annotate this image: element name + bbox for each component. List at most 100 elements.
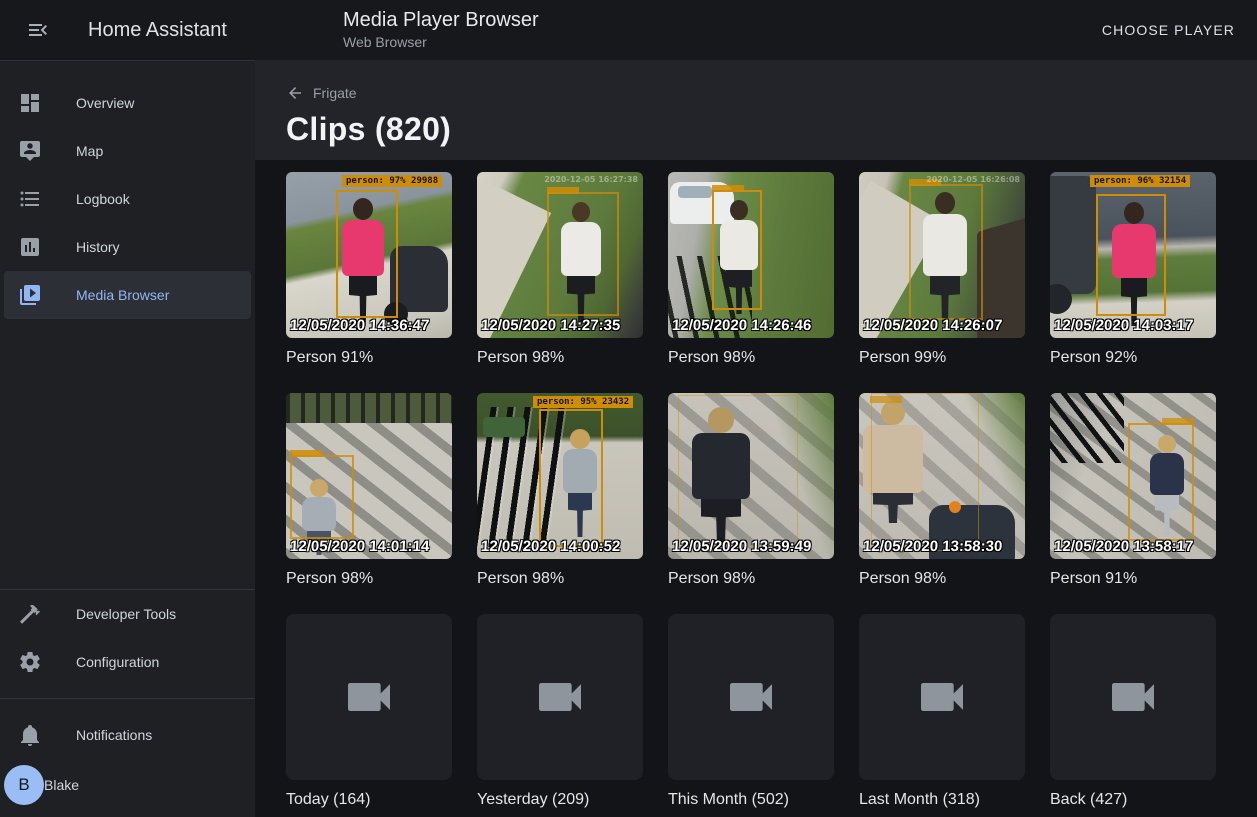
detection-label: person: 96% 32154 [1090,175,1190,187]
folder-caption: Today (164) [286,788,452,811]
sidebar-item-label: Configuration [76,654,159,670]
clip-caption: Person 98% [668,346,834,369]
clip-thumbnail[interactable]: person: 97% 29988 12/05/2020 14:36:47 [286,172,452,338]
clip-thumbnail[interactable]: 2020-12-05 16:27:38 12/05/2020 14:27:35 [477,172,643,338]
clip-timestamp-overlay: 12/05/2020 14:26:46 [672,317,812,334]
bell-icon [18,723,42,747]
hammer-icon [18,602,42,626]
clip-card-12-05-2020-14-26-46[interactable]: 12/05/2020 14:26:46 Person 98% [668,172,834,369]
clip-card-12-05-2020-14-26-07[interactable]: 2020-12-05 16:26:08 12/05/2020 14:26:07 … [859,172,1025,369]
folder-caption: Yesterday (209) [477,788,643,811]
home-assistant-app: Home Assistant Media Player Browser Web … [0,0,1257,817]
sidebar-main-items: Overview Map Logbook History Media Browser [0,79,255,319]
clip-thumbnail[interactable]: 2020-12-05 16:26:08 12/05/2020 14:26:07 [859,172,1025,338]
breadcrumb-label: Frigate [313,85,357,101]
sidebar-item-label: Overview [76,95,134,111]
detection-bounding-box [909,184,983,320]
clip-thumbnail[interactable]: 12/05/2020 13:58:30 [859,393,1025,559]
clip-thumbnail[interactable]: person: 95% 23432 12/05/2020 14:00:52 [477,393,643,559]
clip-card-12-05-2020-13-58-17[interactable]: 12/05/2020 13:58:17 Person 91% [1050,393,1216,590]
clip-timestamp-overlay: 12/05/2020 13:58:17 [1054,538,1194,555]
sidebar-toggle-button[interactable] [18,10,58,50]
view-dashboard-icon [18,91,42,115]
clip-card-12-05-2020-14-01-14[interactable]: 12/05/2020 14:01:14 Person 98% [286,393,452,590]
folder-card-today-164[interactable]: Today (164) [286,614,452,811]
app-title: Home Assistant [88,19,227,42]
folder-thumbnail[interactable] [1050,614,1216,780]
detection-label: person: 97% 29988 [342,175,442,187]
clip-caption: Person 98% [477,567,643,590]
sidebar-item-label: Logbook [76,191,130,207]
sidebar-item-logbook[interactable]: Logbook [4,175,251,223]
breadcrumb-back[interactable]: Frigate [286,84,357,102]
clip-thumbnail[interactable]: 12/05/2020 13:58:17 [1050,393,1216,559]
clip-card-12-05-2020-13-59-49[interactable]: 12/05/2020 13:59:49 Person 98% [668,393,834,590]
clip-thumbnail[interactable]: 12/05/2020 13:59:49 [668,393,834,559]
account-map-icon [18,139,42,163]
sidebar-item-notifications[interactable]: Notifications [4,711,251,759]
sidebar-item-configuration[interactable]: Configuration [4,638,251,686]
clip-timestamp-overlay: 12/05/2020 13:59:49 [672,538,812,555]
clip-card-12-05-2020-13-58-30[interactable]: 12/05/2020 13:58:30 Person 98% [859,393,1025,590]
video-icon [341,669,397,725]
clip-card-12-05-2020-14-27-35[interactable]: 2020-12-05 16:27:38 12/05/2020 14:27:35 … [477,172,643,369]
folder-card-last-month-318[interactable]: Last Month (318) [859,614,1025,811]
clip-timestamp-overlay: 12/05/2020 14:03:17 [1054,317,1194,334]
clip-timestamp-overlay: 12/05/2020 14:00:52 [481,538,621,555]
list-bulleted-icon [18,187,42,211]
sidebar-item-media-browser[interactable]: Media Browser [4,271,251,319]
detection-bounding-box [290,455,354,539]
detection-bounding-box [336,190,398,318]
clip-caption: Person 98% [859,567,1025,590]
folder-card-yesterday-209[interactable]: Yesterday (209) [477,614,643,811]
folder-thumbnail[interactable] [668,614,834,780]
sidebar-item-label: Media Browser [76,287,169,303]
clip-caption: Person 92% [1050,346,1216,369]
sidebar-item-developer-tools[interactable]: Developer Tools [4,590,251,638]
camera-osd-timestamp: 2020-12-05 16:26:08 [926,175,1020,184]
folder-caption: This Month (502) [668,788,834,811]
media-grid: person: 97% 29988 12/05/2020 14:36:47 Pe… [286,172,1237,811]
top-app-bar: Home Assistant Media Player Browser Web … [0,0,1257,60]
clip-timestamp-overlay: 12/05/2020 13:58:30 [863,538,1003,555]
clip-thumbnail[interactable]: person: 96% 32154 12/05/2020 14:03:17 [1050,172,1216,338]
clip-card-12-05-2020-14-00-52[interactable]: person: 95% 23432 12/05/2020 14:00:52 Pe… [477,393,643,590]
sidebar-header: Home Assistant [0,10,255,50]
panel-subtitle[interactable]: Web Browser [343,34,539,50]
sidebar-user-profile[interactable]: B Blake [4,759,251,811]
clip-caption: Person 91% [286,346,452,369]
folder-card-back-427[interactable]: Back (427) [1050,614,1216,811]
gear-icon [18,650,42,674]
folder-thumbnail[interactable] [477,614,643,780]
detection-bounding-box [539,409,603,547]
camera-osd-timestamp: 2020-12-05 16:27:38 [544,175,638,184]
folder-thumbnail[interactable] [859,614,1025,780]
sidebar: Overview Map Logbook History Media Browser D… [0,60,255,817]
clip-timestamp-overlay: 12/05/2020 14:27:35 [481,317,621,334]
sidebar-tools-items: Developer Tools Configuration [0,590,255,686]
chart-box-icon [18,235,42,259]
arrow-left-icon [286,84,304,102]
folder-card-this-month-502[interactable]: This Month (502) [668,614,834,811]
choose-player-button[interactable]: CHOOSE PLAYER [1094,12,1243,48]
sidebar-divider [0,698,255,699]
clip-thumbnail[interactable]: 12/05/2020 14:26:46 [668,172,834,338]
detection-bounding-box [712,190,762,310]
sidebar-item-overview[interactable]: Overview [4,79,251,127]
sidebar-item-history[interactable]: History [4,223,251,271]
folder-caption: Back (427) [1050,788,1216,811]
notifications-label: Notifications [76,727,152,743]
detection-bounding-box [1096,194,1166,316]
folder-caption: Last Month (318) [859,788,1025,811]
folder-thumbnail[interactable] [286,614,452,780]
clip-timestamp-overlay: 12/05/2020 14:26:07 [863,317,1003,334]
clip-card-12-05-2020-14-03-17[interactable]: person: 96% 32154 12/05/2020 14:03:17 Pe… [1050,172,1216,369]
scene-prop [483,417,525,437]
clip-caption: Person 91% [1050,567,1216,590]
clip-thumbnail[interactable]: 12/05/2020 14:01:14 [286,393,452,559]
sidebar-item-map[interactable]: Map [4,127,251,175]
media-browser-panel: Frigate Clips (820) person: 97% 29988 12… [255,60,1257,817]
sidebar-spacer [0,319,255,589]
clip-card-12-05-2020-14-36-47[interactable]: person: 97% 29988 12/05/2020 14:36:47 Pe… [286,172,452,369]
clip-caption: Person 99% [859,346,1025,369]
